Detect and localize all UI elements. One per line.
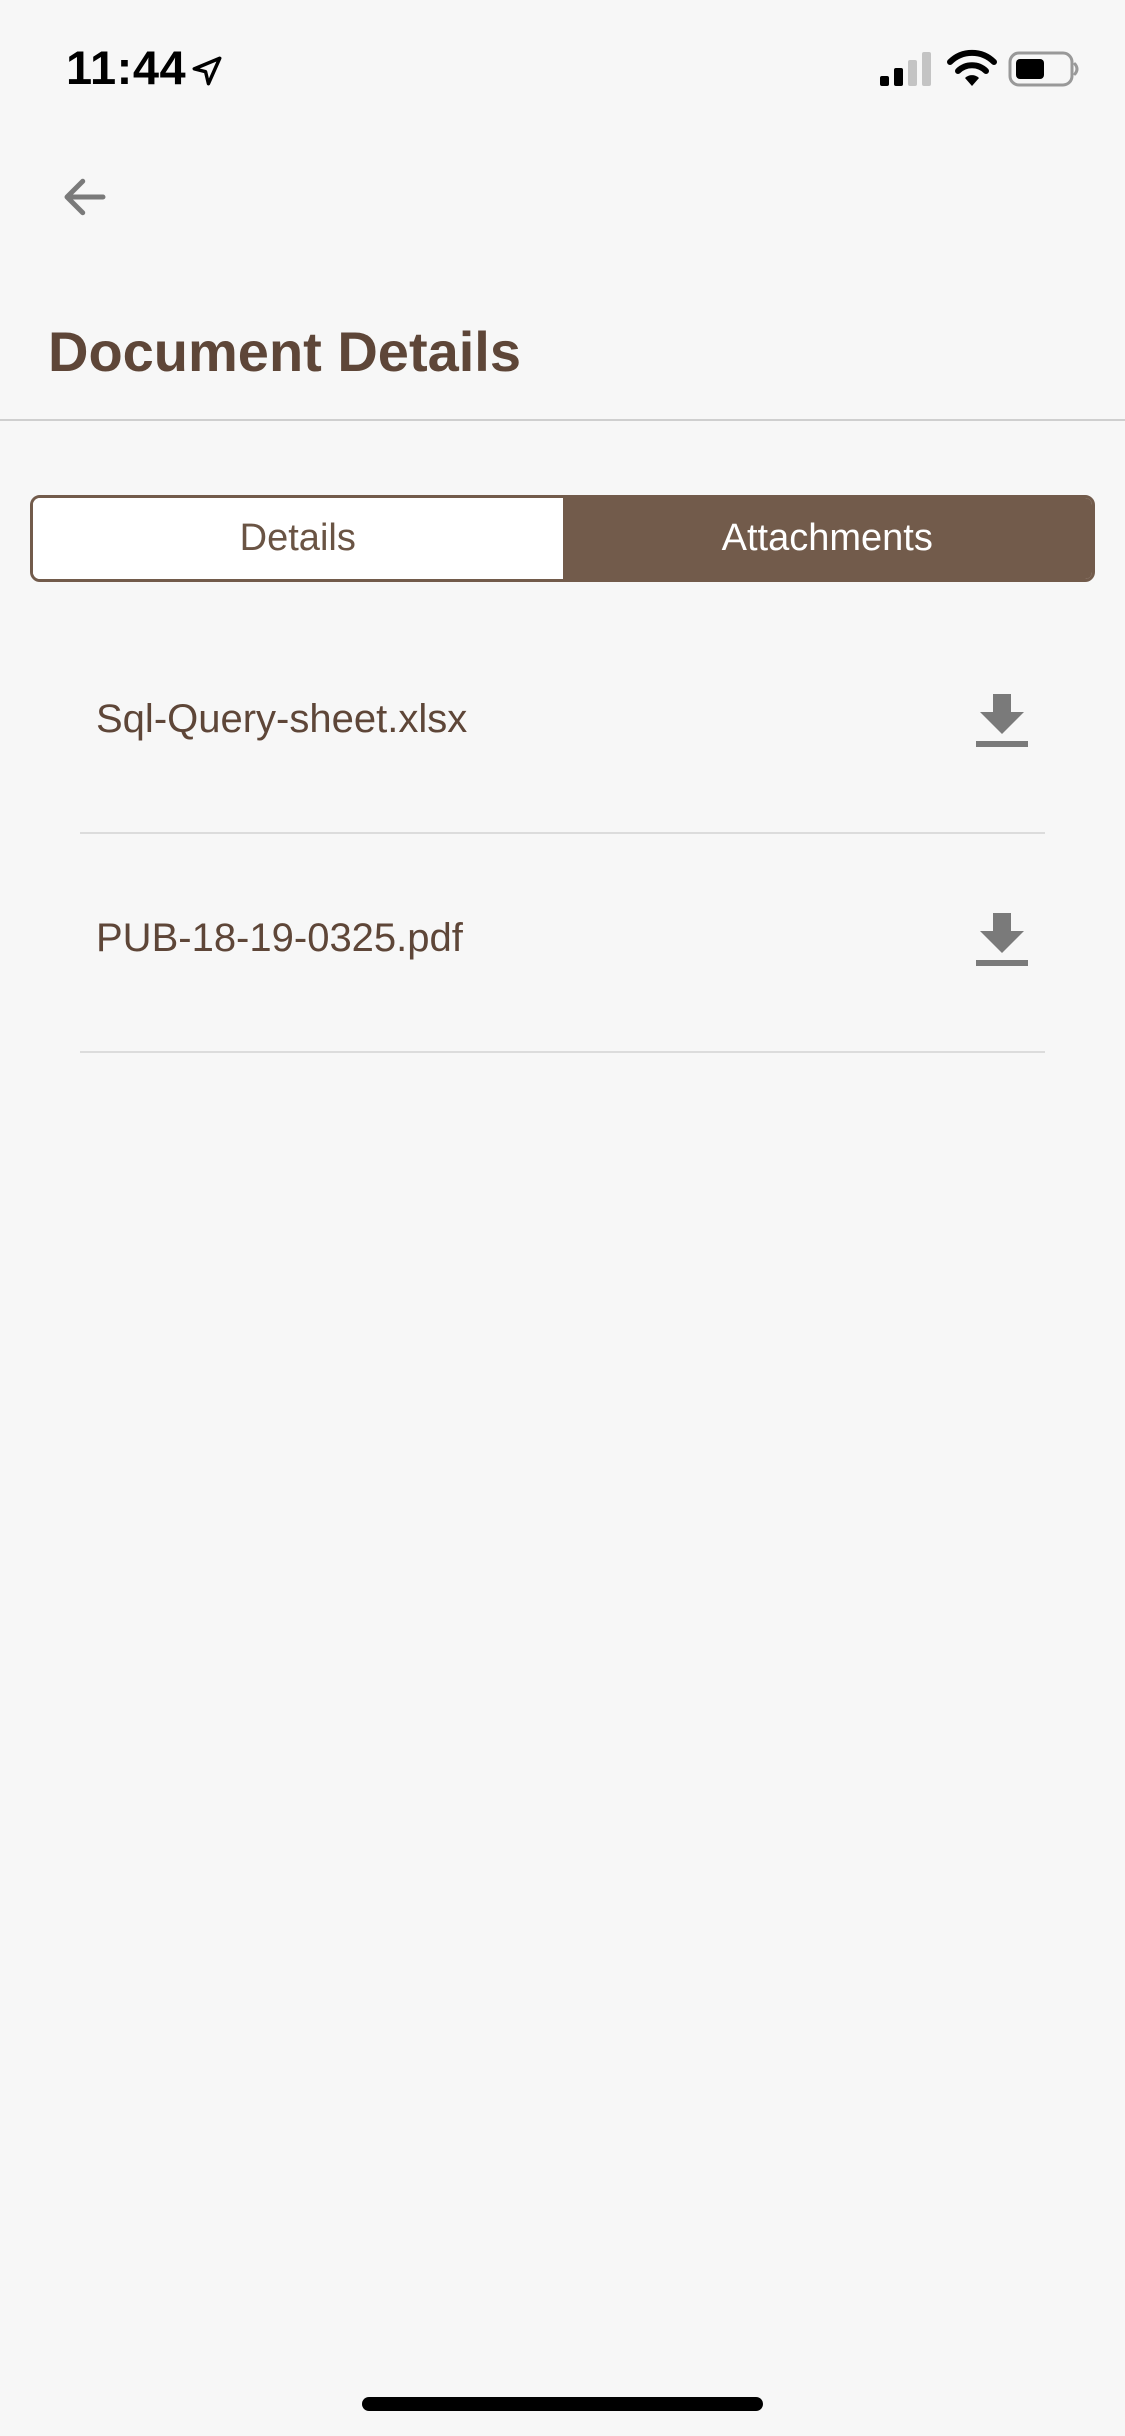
page-title: Document Details — [48, 320, 521, 383]
status-bar: 11:44 — [0, 0, 1125, 132]
back-button[interactable] — [50, 162, 120, 232]
attachment-row[interactable]: Sql-Query-sheet.xlsx — [80, 615, 1045, 834]
attachment-list: Sql-Query-sheet.xlsx PUB-18-19-0325.pdf — [80, 615, 1045, 1053]
status-time: 11:44 — [66, 41, 187, 94]
download-icon — [976, 912, 1028, 966]
download-button[interactable] — [967, 904, 1037, 974]
segmented-control: Details Attachments — [30, 495, 1095, 582]
arrow-left-icon — [64, 178, 106, 216]
tab-details[interactable]: Details — [33, 498, 563, 579]
download-icon — [976, 693, 1028, 747]
tab-attachments[interactable]: Attachments — [562, 498, 1092, 579]
header-divider — [0, 419, 1125, 421]
download-button[interactable] — [967, 685, 1037, 755]
cellular-signal-icon — [880, 52, 931, 86]
attachment-row[interactable]: PUB-18-19-0325.pdf — [80, 834, 1045, 1053]
wifi-icon — [947, 49, 997, 86]
location-arrow-icon — [192, 56, 222, 86]
battery-icon — [1008, 51, 1079, 87]
home-indicator[interactable] — [362, 2397, 763, 2411]
attachment-name[interactable]: Sql-Query-sheet.xlsx — [80, 697, 467, 742]
attachment-name[interactable]: PUB-18-19-0325.pdf — [80, 916, 463, 961]
